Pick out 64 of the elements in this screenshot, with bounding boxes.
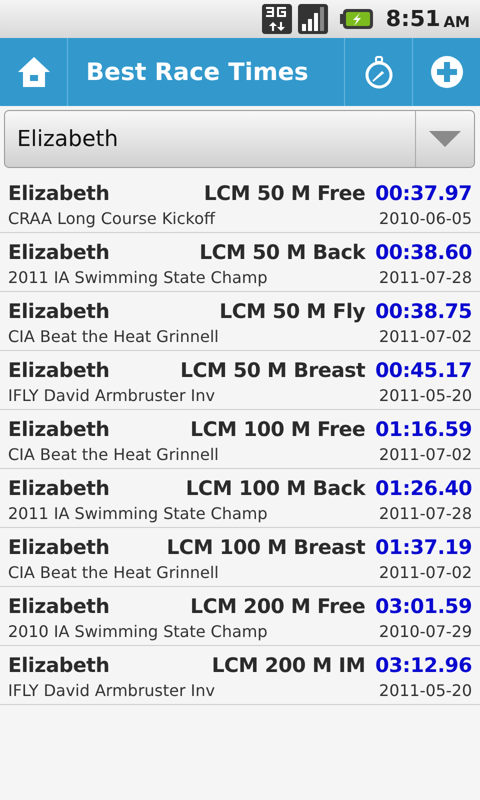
result-row[interactable]: Elizabeth LCM 200 M Free 03:01.59 2010 IA Swimming State Champ 2010-07-29 [0,587,480,646]
result-row[interactable]: Elizabeth LCM 50 M Fly 00:38.75 CIA Beat the Heat Grinnell 2011-07-02 [0,292,480,351]
swimmer-name: Elizabeth [8,593,110,620]
race-time: 01:26.40 [375,475,472,502]
race-time: 00:37.97 [375,180,472,207]
meet-name: CIA Beat the Heat Grinnell [8,444,220,466]
meet-name: IFLY David Armbruster Inv [8,385,216,407]
race-time: 01:37.19 [375,534,472,561]
dropdown-arrow-icon [429,131,461,147]
swimmer-name: Elizabeth [8,416,110,443]
swimmer-name: Elizabeth [8,475,110,502]
clock-ampm: AM [443,12,470,30]
meet-name: IFLY David Armbruster Inv [8,680,216,702]
event-name: LCM 50 M Back [199,239,366,266]
race-date: 2011-07-02 [379,562,472,584]
race-date: 2010-06-05 [379,208,472,230]
signal-icon [298,4,328,34]
race-time: 03:01.59 [375,593,472,620]
swimmer-name: Elizabeth [8,298,110,325]
swimmer-name: Elizabeth [8,357,110,384]
race-date: 2011-05-20 [379,680,472,702]
race-date: 2011-07-02 [379,326,472,348]
result-row[interactable]: Elizabeth LCM 50 M Back 00:38.60 2011 IA Swimming State Champ 2011-07-28 [0,233,480,292]
result-row[interactable]: Elizabeth LCM 100 M Back 01:26.40 2011 IA Swimming State Champ 2011-07-28 [0,469,480,528]
screen-title: Best Race Times [85,58,310,86]
swimmer-name: Elizabeth [8,652,110,679]
race-time: 00:38.60 [375,239,472,266]
swimmer-name: Elizabeth [8,239,110,266]
event-name: LCM 100 M Breast [166,534,366,561]
swimmer-name: Elizabeth [8,180,110,207]
home-icon [16,54,52,90]
result-row[interactable]: Elizabeth LCM 50 M Breast 00:45.17 IFLY David Armbruster Inv 2011-05-20 [0,351,480,410]
race-date: 2011-05-20 [379,385,472,407]
swimmer-name: Elizabeth [8,534,110,561]
result-row[interactable]: Elizabeth LCM 200 M IM 03:12.96 IFLY David Armbruster Inv 2011-05-20 [0,646,480,705]
race-date: 2011-07-28 [379,503,472,525]
event-name: LCM 100 M Free [190,416,366,443]
race-date: 2011-07-02 [379,444,472,466]
event-name: LCM 100 M Back [186,475,366,502]
clock-time: 8:51 [386,6,440,32]
race-date: 2010-07-29 [379,621,472,643]
event-name: LCM 200 M Free [190,593,366,620]
event-name: LCM 200 M IM [212,652,366,679]
race-time: 03:12.96 [375,652,472,679]
network-3g-icon [262,4,292,34]
meet-name: 2011 IA Swimming State Champ [8,267,269,289]
meet-name: 2010 IA Swimming State Champ [8,621,269,643]
race-time: 00:45.17 [375,357,472,384]
result-row[interactable]: Elizabeth LCM 50 M Free 00:37.97 CRAA Long Course Kickoff 2010-06-05 [0,174,480,233]
event-name: LCM 50 M Fly [219,298,366,325]
meet-name: CRAA Long Course Kickoff [8,208,216,230]
event-name: LCM 50 M Free [204,180,366,207]
add-icon [428,54,464,90]
race-time: 00:38.75 [375,298,472,325]
swimmer-dropdown[interactable]: Elizabeth [4,110,475,168]
race-time: 01:16.59 [375,416,472,443]
event-name: LCM 50 M Breast [180,357,366,384]
race-date: 2011-07-28 [379,267,472,289]
meet-name: CIA Beat the Heat Grinnell [8,562,220,584]
result-row[interactable]: Elizabeth LCM 100 M Breast 01:37.19 CIA Beat the Heat Grinnell 2011-07-02 [0,528,480,587]
result-row[interactable]: Elizabeth LCM 100 M Free 01:16.59 CIA Beat the Heat Grinnell 2011-07-02 [0,410,480,469]
meet-name: CIA Beat the Heat Grinnell [8,326,220,348]
battery-charging-icon [340,8,374,30]
meet-name: 2011 IA Swimming State Champ [8,503,269,525]
